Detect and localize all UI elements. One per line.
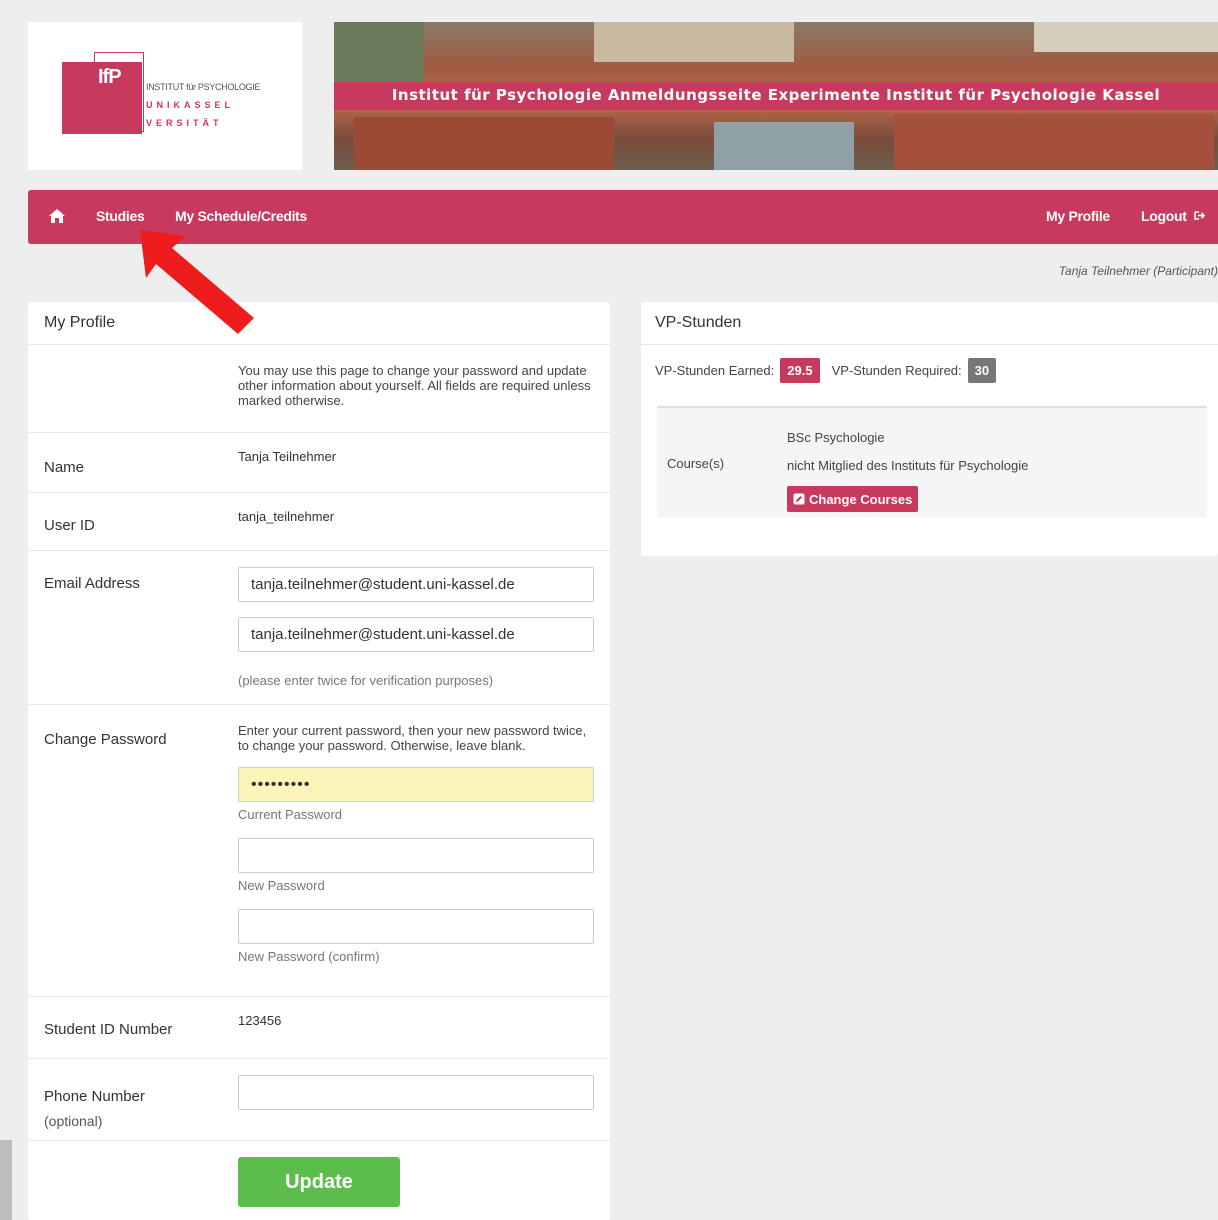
nav-my-profile[interactable]: My Profile [1046,208,1110,224]
banner-title: Institut für Psychologie Anmeldungsseite… [391,86,1161,104]
logo-ifp-text: IfP [98,66,122,88]
phone-field[interactable] [238,1075,594,1110]
phone-label-group: Phone Number (optional) [44,1085,145,1133]
vp-hours-summary: VP-Stunden Earned: 29.5 VP-Stunden Requi… [655,358,997,383]
header-banner: Institut für Psychologie Anmeldungsseite… [334,22,1218,170]
name-row: Name Tanja Teilnehmer [28,432,610,492]
name-value: Tanja Teilnehmer [238,449,337,464]
vp-stunden-title: VP-Stunden [655,314,742,331]
vp-earned-label: VP-Stunden Earned: [655,363,775,378]
banner-tree [334,22,424,82]
logout-icon [1194,211,1206,220]
page: IfP INSTITUT für PSYCHOLOGIE UNIKASSEL V… [0,0,1218,1220]
vp-required-label: VP-Stunden Required: [831,363,962,378]
logo[interactable]: IfP INSTITUT für PSYCHOLOGIE UNIKASSEL V… [28,22,302,170]
vp-stunden-panel: VP-Stunden VP-Stunden Earned: 29.5 VP-St… [641,302,1218,556]
courses-box: Course(s) BSc Psychologie nicht Mitglied… [657,406,1207,518]
nav-studies[interactable]: Studies [96,208,145,224]
student-id-row: Student ID Number 123456 [28,996,610,1058]
userid-label: User ID [44,517,95,534]
nav-my-schedule-credits[interactable]: My Schedule/Credits [175,208,307,224]
phone-row: Phone Number (optional) [28,1058,610,1140]
banner-building [594,22,794,62]
courses-label: Course(s) [667,456,725,471]
current-password-field[interactable] [238,767,594,802]
course-item: nicht Mitglied des Instituts für Psychol… [787,458,1029,473]
vp-divider [641,344,1218,345]
email-hint: (please enter twice for verification pur… [238,673,494,688]
email-row: Email Address (please enter twice for ve… [28,550,610,704]
new-password-hint: New Password [238,878,325,893]
course-item: BSc Psychologie [787,430,885,445]
userid-value: tanja_teilnehmer [238,509,335,524]
logo-institute-text: INSTITUT für PSYCHOLOGIE [146,82,261,92]
annotation-arrow-icon [140,230,254,334]
student-id-label: Student ID Number [44,1021,173,1038]
userid-row: User ID tanja_teilnehmer [28,492,610,550]
intro-text: You may use this page to change your pas… [238,363,591,408]
banner-roof [894,114,1214,170]
logo-versitaet-text: VERSITÄT [146,118,223,128]
phone-label: Phone Number [44,1088,145,1105]
new-password-confirm-field[interactable] [238,909,594,944]
change-courses-button[interactable]: Change Courses [787,486,919,512]
student-id-value: 123456 [238,1013,282,1028]
email-label: Email Address [44,575,140,592]
current-password-hint: Current Password [238,807,343,822]
password-row: Change Password Enter your current passw… [28,704,610,996]
email-confirm-field[interactable] [238,617,594,652]
intro-row: You may use this page to change your pas… [28,344,610,432]
phone-optional-label: (optional) [44,1113,103,1129]
update-button[interactable]: Update [238,1157,400,1207]
vp-required-badge: 30 [967,358,997,383]
vp-earned-badge: 29.5 [780,358,820,383]
password-help: Enter your current password, then your n… [238,723,587,753]
banner-roof [354,117,614,170]
my-profile-title: My Profile [44,314,116,331]
logged-in-user: Tanja Teilnehmer (Participant) [1058,264,1218,278]
nav-logout-label: Logout [1141,208,1187,224]
banner-glass-roof [714,122,854,170]
banner-building [1034,22,1218,52]
name-label: Name [44,459,85,476]
new-password-field[interactable] [238,838,594,873]
logo-uni-text: UNIKASSEL [146,100,235,110]
email-field[interactable] [238,567,594,602]
nav-logout[interactable]: Logout [1141,208,1206,224]
new-password-confirm-hint: New Password (confirm) [238,949,380,964]
password-label: Change Password [44,731,167,748]
change-courses-label: Change Courses [809,491,913,507]
my-profile-panel: My Profile You may use this page to chan… [28,302,610,1220]
edit-icon [793,493,805,505]
home-icon[interactable] [48,208,66,224]
